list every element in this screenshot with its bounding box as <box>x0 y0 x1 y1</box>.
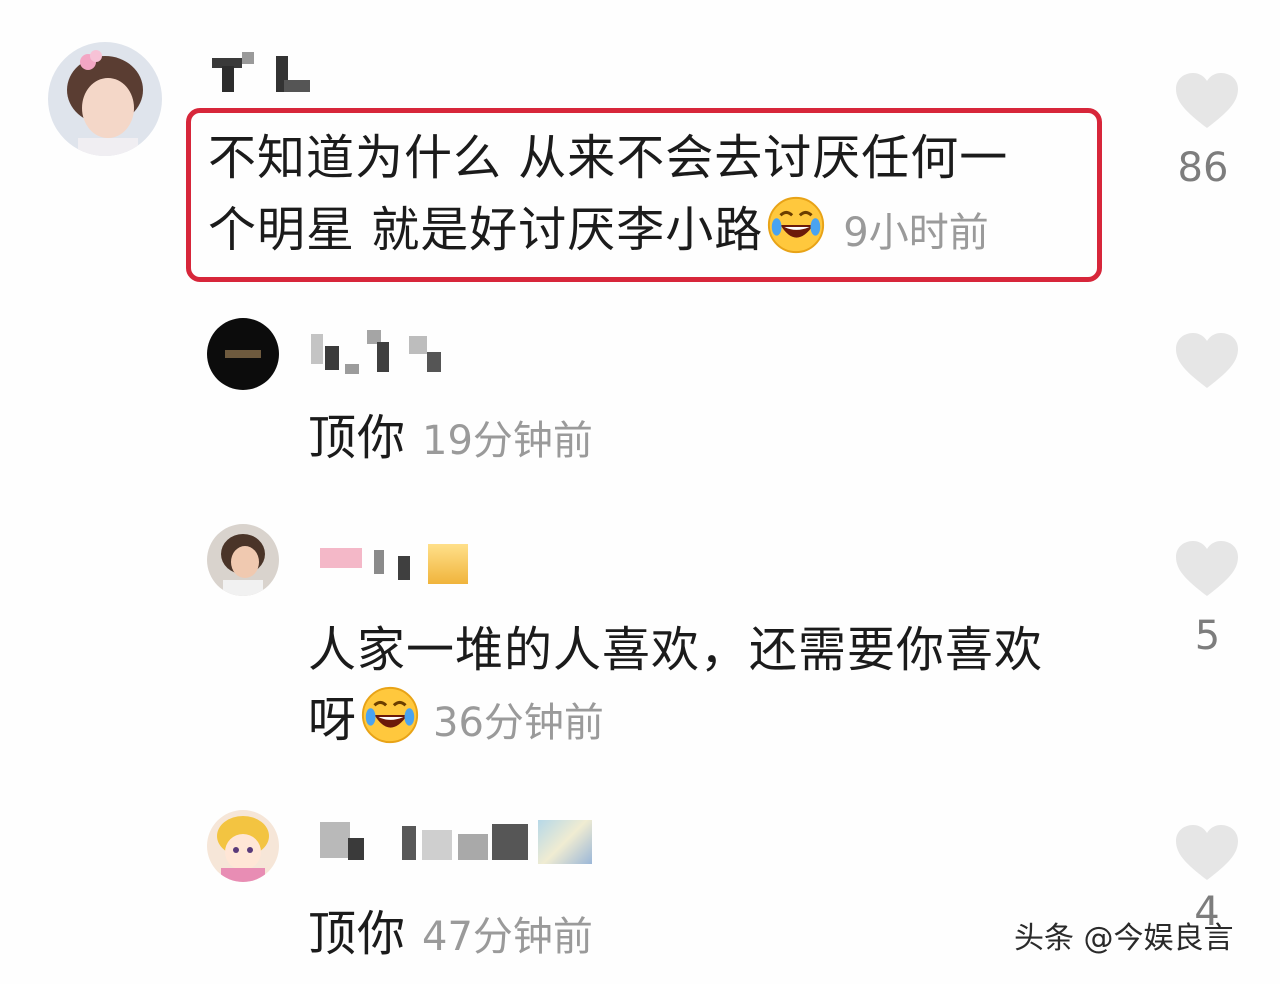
comment-line: 顶你 47分钟前 <box>308 898 593 973</box>
heart-icon <box>1176 541 1238 596</box>
user-photo-icon <box>48 42 162 156</box>
comment-text: 顶你 47分钟前 <box>308 898 593 973</box>
heart-icon <box>1176 825 1238 880</box>
comment-line-text: 顶你 <box>308 410 407 466</box>
comment-line-text: 呀 <box>308 692 358 748</box>
comment-thread: 不知道为什么 从来不会去讨厌任何一 个明星 就是好讨厌李小路 9小时前 86 顶… <box>0 0 1280 984</box>
comment-line-text: 个明星 就是好讨厌李小路 <box>208 202 764 258</box>
avatar[interactable] <box>207 318 279 390</box>
like-count: 5 <box>1194 613 1221 659</box>
comment-time: 9小时前 <box>843 210 989 256</box>
like-button[interactable]: 5 <box>1174 540 1240 660</box>
username-censored[interactable] <box>305 328 445 374</box>
like-count: 86 <box>1177 145 1229 191</box>
username-censored[interactable] <box>318 536 478 584</box>
comment-line: 个明星 就是好讨厌李小路 9小时前 <box>208 194 1008 269</box>
comment-time: 36分钟前 <box>433 700 604 746</box>
avatar[interactable] <box>48 42 162 156</box>
user-photo-icon <box>207 524 279 596</box>
avatar[interactable] <box>207 524 279 596</box>
cartoon-avatar-icon <box>207 810 279 882</box>
comment-line-text: 顶你 <box>308 906 407 962</box>
comment-line: 顶你 19分钟前 <box>308 402 593 477</box>
rofl-emoji-icon <box>361 686 419 744</box>
comment-line: 呀 36分钟前 <box>308 684 1043 759</box>
comment-text: 不知道为什么 从来不会去讨厌任何一 个明星 就是好讨厌李小路 9小时前 <box>208 122 1008 269</box>
rofl-emoji-icon <box>768 196 825 254</box>
username-censored[interactable] <box>206 52 316 96</box>
heart-icon <box>1176 73 1238 128</box>
comment-text: 顶你 19分钟前 <box>308 402 593 477</box>
like-button[interactable]: 86 <box>1174 72 1240 192</box>
username-censored[interactable] <box>318 816 594 868</box>
brand-logo-icon <box>207 318 279 390</box>
avatar[interactable] <box>207 810 279 882</box>
comment-text: 人家一堆的人喜欢，还需要你喜欢 呀 36分钟前 <box>308 614 1043 759</box>
heart-icon <box>1176 333 1238 388</box>
watermark: 头条 @今娱良言 <box>1014 921 1234 956</box>
comment-line: 人家一堆的人喜欢，还需要你喜欢 <box>308 622 1044 678</box>
comment-time: 19分钟前 <box>422 418 593 464</box>
comment-time: 47分钟前 <box>422 914 593 960</box>
like-button[interactable] <box>1174 332 1240 404</box>
comment-line: 不知道为什么 从来不会去讨厌任何一 <box>208 130 1009 186</box>
